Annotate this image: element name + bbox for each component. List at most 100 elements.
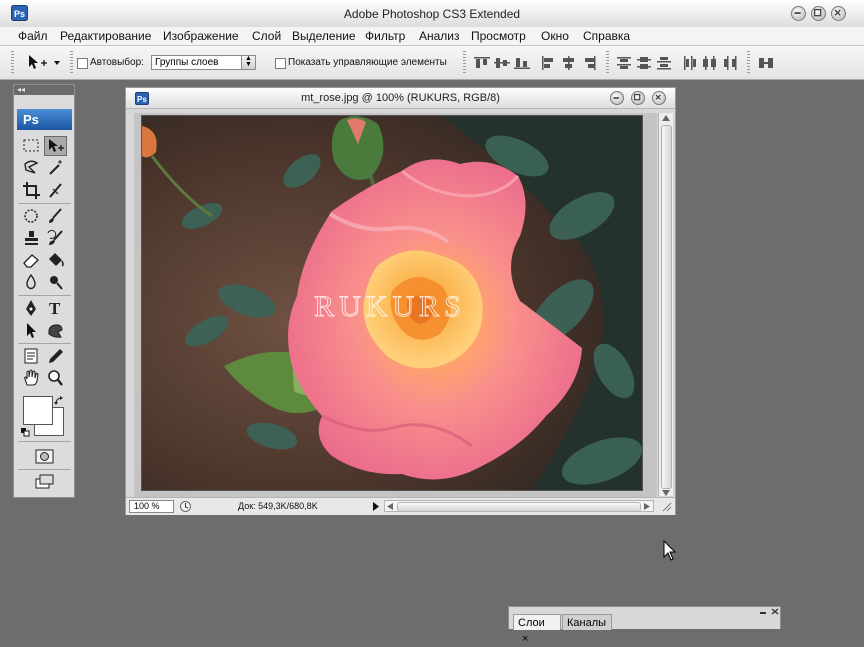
menu-filter[interactable]: Фильтр (365, 29, 405, 43)
document-title-bar[interactable]: Ps mt_rose.jpg @ 100% (RUKURS, RGB/8) (126, 88, 675, 109)
eyedropper-tool[interactable] (44, 346, 67, 366)
tab-layers[interactable]: Слои × (513, 614, 561, 645)
screen-mode-button[interactable] (33, 472, 56, 492)
zoom-level-field[interactable]: 100 % (129, 500, 174, 513)
toolbox-header[interactable]: ◂◂ (14, 85, 74, 95)
doc-maximize-button[interactable] (631, 91, 645, 105)
menu-window[interactable]: Окно (541, 29, 569, 43)
move-tool-preset-icon[interactable] (26, 54, 64, 71)
rose-photo[interactable]: RUKURS (141, 115, 643, 491)
status-menu-icon[interactable] (179, 500, 192, 513)
scroll-up-arrow-icon[interactable] (662, 115, 670, 121)
dodge-tool[interactable] (44, 272, 67, 292)
move-tool[interactable] (44, 136, 67, 156)
layers-panel: Слои × Каналы (508, 606, 781, 645)
doc-minimize-button[interactable] (610, 91, 624, 105)
resize-grip-icon[interactable] (661, 501, 672, 512)
healing-brush-tool[interactable] (20, 206, 43, 226)
mouse-cursor-icon (663, 540, 677, 561)
healing-brush-icon (24, 209, 38, 223)
scroll-down-arrow-icon[interactable] (662, 490, 670, 496)
maximize-icon (813, 8, 822, 17)
eraser-tool[interactable] (20, 250, 43, 270)
doc-close-button[interactable] (652, 91, 666, 105)
horizontal-scrollbar[interactable] (384, 500, 654, 512)
canvas-area[interactable]: RUKURS (134, 113, 657, 498)
slice-icon (49, 183, 62, 198)
auto-align-layers-icon[interactable] (758, 56, 774, 70)
blur-tool[interactable] (20, 272, 43, 292)
quick-mask-button[interactable] (33, 446, 56, 466)
hand-tool[interactable] (20, 368, 43, 388)
status-expand-arrow-icon[interactable] (371, 501, 381, 512)
brush-tool[interactable] (44, 206, 67, 226)
distribute-left-edges-icon[interactable] (683, 56, 737, 70)
marquee-tool[interactable] (20, 136, 43, 156)
menu-select[interactable]: Выделение (292, 29, 356, 43)
marquee-icon (23, 139, 39, 152)
paint-bucket-tool[interactable] (44, 250, 67, 270)
distribute-top-edges-icon[interactable] (617, 56, 677, 70)
horizontal-scroll-thumb[interactable] (397, 502, 641, 512)
type-icon: T (49, 299, 61, 318)
minimize-icon (613, 97, 619, 99)
brush-icon (49, 208, 62, 223)
vertical-scrollbar[interactable] (658, 113, 673, 496)
autoselect-dropdown[interactable]: Группы слоев ▲ ▼ (151, 55, 256, 70)
history-brush-tool[interactable] (44, 228, 67, 248)
show-transform-controls-checkbox[interactable] (275, 58, 286, 69)
swap-colors-icon[interactable] (54, 396, 64, 406)
options-bar-grip[interactable] (11, 51, 14, 75)
custom-shape-tool[interactable] (44, 320, 67, 340)
default-colors-icon[interactable] (21, 428, 30, 437)
move-icon (49, 139, 64, 152)
clone-stamp-icon (25, 231, 38, 245)
menu-edit[interactable]: Редактирование (60, 29, 151, 43)
close-button[interactable] (831, 6, 846, 21)
minimize-icon (794, 12, 801, 14)
vertical-scroll-thumb[interactable] (661, 125, 672, 489)
document-window: Ps mt_rose.jpg @ 100% (RUKURS, RGB/8) RU… (125, 87, 676, 515)
autoselect-checkbox[interactable] (77, 58, 88, 69)
close-icon (655, 94, 661, 100)
foreground-color-swatch[interactable] (23, 396, 53, 425)
panel-close-icon[interactable] (771, 608, 779, 615)
path-selection-tool[interactable] (20, 320, 43, 340)
scroll-left-arrow-icon[interactable] (387, 503, 393, 510)
slice-tool[interactable] (44, 180, 67, 200)
quick-mask-icon (35, 449, 54, 464)
rose-image: RUKURS (142, 116, 642, 490)
collapse-toolbox-icon[interactable]: ◂◂ (17, 85, 25, 94)
clone-stamp-tool[interactable] (20, 228, 43, 248)
align-top-edges-icon[interactable] (474, 56, 534, 70)
type-tool[interactable]: T (44, 298, 67, 318)
svg-text:T: T (49, 299, 61, 318)
menu-file[interactable]: Файл (18, 29, 48, 43)
align-left-edges-icon[interactable] (541, 56, 601, 70)
toolbox-ps-logo[interactable]: Ps (17, 109, 72, 130)
tab-close-icon[interactable]: × (522, 633, 528, 645)
tab-channels[interactable]: Каналы (562, 614, 612, 630)
magic-wand-tool[interactable] (44, 158, 67, 178)
menu-view[interactable]: Просмотр (471, 29, 526, 43)
options-bar-divider (747, 51, 750, 75)
menu-image[interactable]: Изображение (163, 29, 239, 43)
screen-mode-icon (35, 474, 54, 489)
maximize-button[interactable] (811, 6, 826, 21)
zoom-tool[interactable] (44, 368, 67, 388)
minimize-button[interactable] (791, 6, 806, 21)
notes-icon (24, 348, 38, 364)
menu-help[interactable]: Справка (583, 29, 630, 43)
menu-analysis[interactable]: Анализ (419, 29, 460, 43)
autoselect-label: Автовыбор: (90, 57, 144, 68)
scroll-right-arrow-icon[interactable] (644, 503, 650, 510)
menu-bar: Файл Редактирование Изображение Слой Выд… (0, 27, 864, 46)
menu-layer[interactable]: Слой (252, 29, 281, 43)
crop-tool[interactable] (20, 180, 43, 200)
options-bar-divider (70, 51, 73, 75)
notes-tool[interactable] (20, 346, 43, 366)
lasso-tool[interactable] (20, 158, 43, 178)
pen-tool[interactable] (20, 298, 43, 318)
window-title: Adobe Photoshop CS3 Extended (343, 7, 521, 21)
panel-minimize-icon[interactable] (759, 609, 767, 615)
